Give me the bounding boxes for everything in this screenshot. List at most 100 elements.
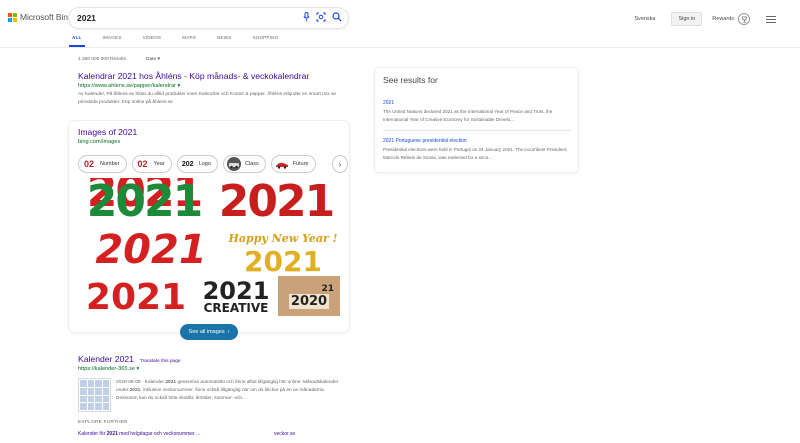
image-text: Happy New Year !: [228, 231, 338, 245]
link-text: Kalender för: [78, 431, 107, 437]
search-icon[interactable]: [332, 12, 342, 22]
chevron-right-icon[interactable]: ›: [333, 156, 347, 172]
tab-all[interactable]: ALL: [69, 35, 84, 47]
chip-class[interactable]: Class: [222, 155, 266, 173]
tab-videos[interactable]: VIDEOS: [143, 35, 162, 47]
image-thumbnail[interactable]: 21 2020: [278, 276, 340, 316]
snippet-date: 2020-06-08 · Kalender: [116, 380, 165, 385]
bing-logo[interactable]: Microsoft Bing: [8, 12, 73, 22]
image-grid: 2021 2021 2021 Happy New Year ! 2021 202…: [78, 178, 340, 337]
visual-search-icon[interactable]: [316, 12, 326, 22]
translate-link[interactable]: Translate this page: [140, 359, 181, 364]
see-all-label: See all images: [188, 329, 225, 335]
image-thumbnail[interactable]: 2021: [212, 178, 340, 226]
language-link[interactable]: Svenska: [634, 16, 655, 22]
result-url[interactable]: https://www.ahlens.se/papper/kalendrar ▾: [78, 83, 346, 89]
chip-label: Future: [292, 161, 309, 167]
chip-thumbnail: 02: [135, 157, 150, 171]
side-item-desc: Presidential elections were held in Port…: [383, 147, 568, 160]
date-filter-label: Date: [146, 57, 157, 62]
explore-link-kalender[interactable]: Kalender för 2021 med helgdagar och veck…: [78, 431, 200, 437]
chip-label: Logo: [198, 161, 211, 167]
image-thumbnail[interactable]: 2021: [78, 276, 194, 320]
result-snippet: 2020-06-08 · Kalender 2021 genereras aut…: [116, 379, 346, 403]
side-item-title[interactable]: 2021 Portuguese presidential election: [383, 138, 571, 144]
date-filter[interactable]: Date ▾: [146, 57, 160, 62]
result-title-link[interactable]: Kalender 2021: [78, 354, 134, 364]
chevron-down-icon[interactable]: ▾: [136, 366, 139, 372]
microsoft-logo-icon: [8, 12, 17, 22]
image-text: 2021: [244, 248, 322, 276]
results-count: 1 260 000 000 Results: [78, 57, 127, 62]
explore-further-heading: EXPLORE FURTHER: [78, 420, 128, 425]
rewards-link[interactable]: Rewards: [712, 16, 734, 22]
images-card: Images of 2021 bing.com/images 02 Number…: [69, 121, 349, 332]
snippet-text: , inklusive veckonummer, finns också til…: [116, 388, 326, 401]
snippet-highlight: 2021: [129, 388, 141, 393]
chip-logo[interactable]: 202 Logo: [176, 155, 218, 173]
chip-thumbnail: [274, 157, 289, 171]
search-box[interactable]: [69, 8, 348, 28]
chip-label: Year: [153, 161, 165, 167]
chip-label: Class: [244, 161, 259, 167]
image-thumbnail[interactable]: 2021: [226, 248, 340, 276]
explore-link-veckor[interactable]: veckor.se: [274, 431, 295, 437]
result-url[interactable]: https://kalender-365.se ▾: [78, 366, 181, 372]
image-text: CREATIVE: [203, 301, 269, 315]
side-item-election: 2021 Portuguese presidential election Pr…: [383, 138, 571, 161]
see-all-images-button[interactable]: See all images ›: [180, 324, 238, 340]
chevron-down-icon: ▾: [157, 57, 160, 62]
images-card-title[interactable]: Images of 2021: [78, 127, 137, 137]
result-snippet: Av Kalender, På åhlens.se hittar du allt…: [78, 92, 337, 105]
image-text: 2021: [202, 277, 270, 305]
chip-year[interactable]: 02 Year: [131, 155, 172, 173]
side-item-desc: The United Nations declared 2021 as the …: [383, 109, 553, 122]
link-text: med helgdagar och veckonummer ...: [117, 431, 201, 437]
image-thumbnail[interactable]: 2021: [78, 178, 210, 226]
image-text: 2021: [95, 228, 207, 272]
trophy-icon[interactable]: [738, 13, 750, 25]
chevron-down-icon[interactable]: ▾: [178, 83, 181, 89]
logo-text: Microsoft Bing: [20, 12, 73, 22]
side-item-title[interactable]: 2021: [383, 100, 571, 106]
search-result-kalender: Kalender 2021 Translate this page https:…: [78, 354, 181, 372]
chip-thumbnail: 202: [180, 157, 195, 171]
results-info: 1 260 000 000 Results Date ▾: [78, 57, 160, 62]
scope-tabs: ALL IMAGES VIDEOS MAPS NEWS SHOPPING: [69, 35, 299, 47]
tab-maps[interactable]: MAPS: [182, 35, 196, 47]
image-text: 2021: [86, 178, 203, 226]
side-item-2021: 2021 The United Nations declared 2021 as…: [383, 100, 571, 123]
chip-thumbnail: 02: [82, 157, 96, 171]
result-title-link[interactable]: Kalendrar 2021 hos Åhléns - Köp månads- …: [78, 71, 346, 81]
sign-in-button[interactable]: Sign in: [671, 12, 703, 26]
result-url-text: https://www.ahlens.se/papper/kalendrar: [78, 83, 176, 89]
search-input[interactable]: [77, 12, 297, 24]
microphone-icon[interactable]: [303, 12, 310, 22]
chip-label: Number: [100, 161, 120, 167]
menu-icon[interactable]: [766, 15, 776, 23]
divider: [383, 130, 571, 131]
search-result-ahlens: Kalendrar 2021 hos Åhléns - Köp månads- …: [78, 71, 346, 107]
header: Microsoft Bing ALL IMAGES VIDEOS MAPS NE…: [0, 0, 800, 48]
image-text: 2021: [85, 277, 187, 318]
image-text: 2020: [288, 293, 330, 309]
image-thumbnail[interactable]: 2021 CREATIVE: [196, 276, 276, 318]
image-thumbnail[interactable]: 2021: [78, 228, 224, 272]
image-filter-chips: 02 Number 02 Year 202 Logo Class Future: [78, 155, 316, 173]
images-card-url[interactable]: bing.com/images: [78, 139, 120, 145]
chip-number[interactable]: 02 Number: [78, 155, 127, 173]
see-results-for-panel: See results for 2021 The United Nations …: [375, 68, 578, 172]
calendar-thumbnail[interactable]: [78, 378, 111, 412]
tab-shopping[interactable]: SHOPPING: [253, 35, 279, 47]
image-thumbnail[interactable]: Happy New Year !: [226, 228, 340, 248]
link-highlight: 2021: [106, 431, 118, 437]
chip-future[interactable]: Future: [270, 155, 316, 173]
result-url-text: https://kalender-365.se: [78, 366, 135, 372]
image-text: 21: [321, 283, 334, 294]
tab-images[interactable]: IMAGES: [103, 35, 122, 47]
chip-thumbnail: [226, 157, 241, 171]
panel-title: See results for: [383, 75, 438, 85]
tab-news[interactable]: NEWS: [217, 35, 232, 47]
image-text: 2021: [218, 178, 335, 226]
snippet-highlight: 2021: [165, 380, 177, 385]
